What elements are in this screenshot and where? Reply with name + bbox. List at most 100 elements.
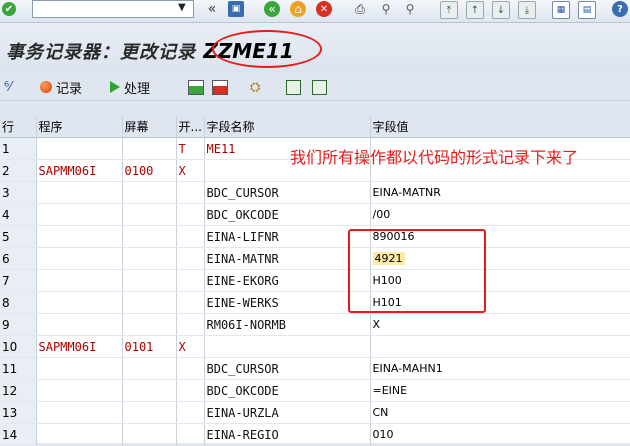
- table-row[interactable]: 6 EINA-MATNR 4921: [0, 247, 630, 270]
- last-page-icon[interactable]: ⤓: [518, 1, 536, 19]
- process-button[interactable]: 处理: [110, 78, 151, 97]
- row-number-cell: 11: [0, 357, 37, 380]
- screen-cell: [122, 401, 177, 424]
- next-page-icon[interactable]: ↓: [492, 1, 510, 19]
- column-header-start[interactable]: 开...: [176, 116, 205, 138]
- screen-cell: [122, 137, 177, 160]
- find-next-icon[interactable]: ⚲: [402, 1, 418, 17]
- table-row[interactable]: 2 SAPMM06I 0100 X: [0, 159, 630, 182]
- help-icon[interactable]: ?: [612, 1, 628, 17]
- field-value-cell[interactable]: EINA-MAHN1: [370, 357, 630, 380]
- field-value-cell[interactable]: [370, 159, 630, 182]
- back-nav-icon[interactable]: «: [264, 1, 280, 17]
- column-header-field-name[interactable]: 字段名称: [204, 116, 371, 138]
- field-name-cell: [204, 159, 371, 182]
- row-number-cell: 7: [0, 269, 37, 292]
- field-value-cell[interactable]: /00: [370, 203, 630, 226]
- execute-icon: [110, 81, 120, 93]
- program-cell: SAPMM06I: [36, 159, 123, 182]
- exit-icon[interactable]: ⌂: [290, 1, 306, 17]
- command-dropdown-icon[interactable]: ▼: [178, 2, 186, 13]
- insert-row-button[interactable]: [188, 78, 204, 96]
- start-flag-cell: [176, 247, 205, 270]
- delete-row-button[interactable]: [212, 78, 228, 96]
- field-value-cell[interactable]: CN: [370, 401, 630, 424]
- row-number-cell: 13: [0, 401, 37, 424]
- previous-page-icon[interactable]: ↑: [466, 1, 484, 19]
- field-value-cell[interactable]: [370, 137, 630, 160]
- column-header-screen[interactable]: 屏幕: [122, 116, 177, 138]
- field-value-cell[interactable]: EINA-MATNR: [370, 181, 630, 204]
- field-value-cell[interactable]: 010: [370, 423, 630, 446]
- table-row[interactable]: 10 SAPMM06I 0101 X: [0, 335, 630, 358]
- table-row[interactable]: 13 EINA-URZLA CN: [0, 401, 630, 424]
- table-row[interactable]: 11 BDC_CURSOR EINA-MAHN1: [0, 357, 630, 380]
- start-flag-cell: [176, 181, 205, 204]
- column-header-field-value[interactable]: 字段值: [370, 116, 630, 138]
- column-header-program[interactable]: 程序: [36, 116, 123, 138]
- program-cell: [36, 423, 123, 446]
- field-name-cell: EINA-REGIO: [204, 423, 371, 446]
- check-icon[interactable]: ✔: [2, 2, 16, 16]
- start-flag-cell: [176, 401, 205, 424]
- field-value-cell[interactable]: X: [370, 313, 630, 336]
- insert-row-icon: [188, 79, 204, 95]
- screen-cell: 0101: [122, 335, 177, 358]
- recording-button-label: 记录: [56, 81, 83, 97]
- command-field[interactable]: [32, 0, 194, 18]
- table-row[interactable]: 7 EINE-EKORG H100: [0, 269, 630, 292]
- cancel-icon[interactable]: ✕: [316, 1, 332, 17]
- delete-row-icon: [212, 79, 228, 95]
- screen-cell: [122, 203, 177, 226]
- program-cell: [36, 225, 123, 248]
- field-name-cell: EINA-URZLA: [204, 401, 371, 424]
- row-number-cell: 9: [0, 313, 37, 336]
- collapse-icon[interactable]: «: [204, 1, 220, 17]
- system-toolbar: ✔ ▼ « ▣ « ⌂ ✕ ⎙ ⚲ ⚲ ⤒ ↑ ↓ ⤓ ▦ ▤ ?: [0, 0, 630, 23]
- table-row[interactable]: 9 RM06I-NORMB X: [0, 313, 630, 336]
- screen-cell: [122, 181, 177, 204]
- screen-cell: [122, 357, 177, 380]
- start-flag-cell: T: [176, 137, 205, 160]
- start-flag-cell: [176, 357, 205, 380]
- field-name-cell: EINA-LIFNR: [204, 225, 371, 248]
- shortcut-icon[interactable]: ▤: [578, 1, 596, 19]
- column-header-row[interactable]: 行: [0, 116, 37, 138]
- table-row[interactable]: 1 T ME11: [0, 137, 630, 160]
- new-session-icon[interactable]: ▦: [552, 1, 570, 19]
- table-row[interactable]: 14 EINA-REGIO 010: [0, 423, 630, 446]
- field-name-cell: ME11: [204, 137, 371, 160]
- table-row[interactable]: 4 BDC_OKCODE/00: [0, 203, 630, 226]
- display-change-button[interactable]: ⁶⁄: [4, 78, 11, 96]
- screen-entry-button[interactable]: ⛭: [250, 78, 260, 96]
- process-button-label: 处理: [124, 81, 151, 97]
- paste-icon: [312, 79, 327, 95]
- table-row[interactable]: 12 BDC_OKCODE =EINE: [0, 379, 630, 402]
- field-value-cell[interactable]: =EINE: [370, 379, 630, 402]
- find-icon[interactable]: ⚲: [378, 1, 394, 17]
- table-row[interactable]: 5 EINA-LIFNR 890016: [0, 225, 630, 248]
- copy-button[interactable]: [286, 78, 301, 96]
- start-flag-cell: [176, 203, 205, 226]
- field-value-cell[interactable]: [370, 335, 630, 358]
- glasses-pencil-icon: ⁶⁄: [4, 79, 12, 95]
- recording-button[interactable]: 记录: [40, 78, 83, 97]
- row-number-cell: 2: [0, 159, 37, 182]
- screen-cell: [122, 225, 177, 248]
- save-icon[interactable]: ▣: [228, 1, 244, 17]
- start-flag-cell: X: [176, 159, 205, 182]
- print-icon[interactable]: ⎙: [352, 1, 368, 17]
- screen-cell: 0100: [122, 159, 177, 182]
- copy-icon: [286, 79, 301, 95]
- start-flag-cell: [176, 423, 205, 446]
- paste-button[interactable]: [312, 78, 327, 96]
- recording-grid: 行 程序 屏幕 开... 字段名称 字段值 1 T ME11 2 SAPMM06I 010…: [0, 116, 630, 446]
- screen-cell: [122, 291, 177, 314]
- row-number-cell: 8: [0, 291, 37, 314]
- field-name-cell: BDC_CURSOR: [204, 357, 371, 380]
- field-name-cell: EINE-WERKS: [204, 291, 371, 314]
- table-row[interactable]: 8 EINE-WERKS H101: [0, 291, 630, 314]
- start-flag-cell: X: [176, 335, 205, 358]
- table-row[interactable]: 3 BDC_CURSOR EINA-MATNR: [0, 181, 630, 204]
- first-page-icon[interactable]: ⤒: [440, 1, 458, 19]
